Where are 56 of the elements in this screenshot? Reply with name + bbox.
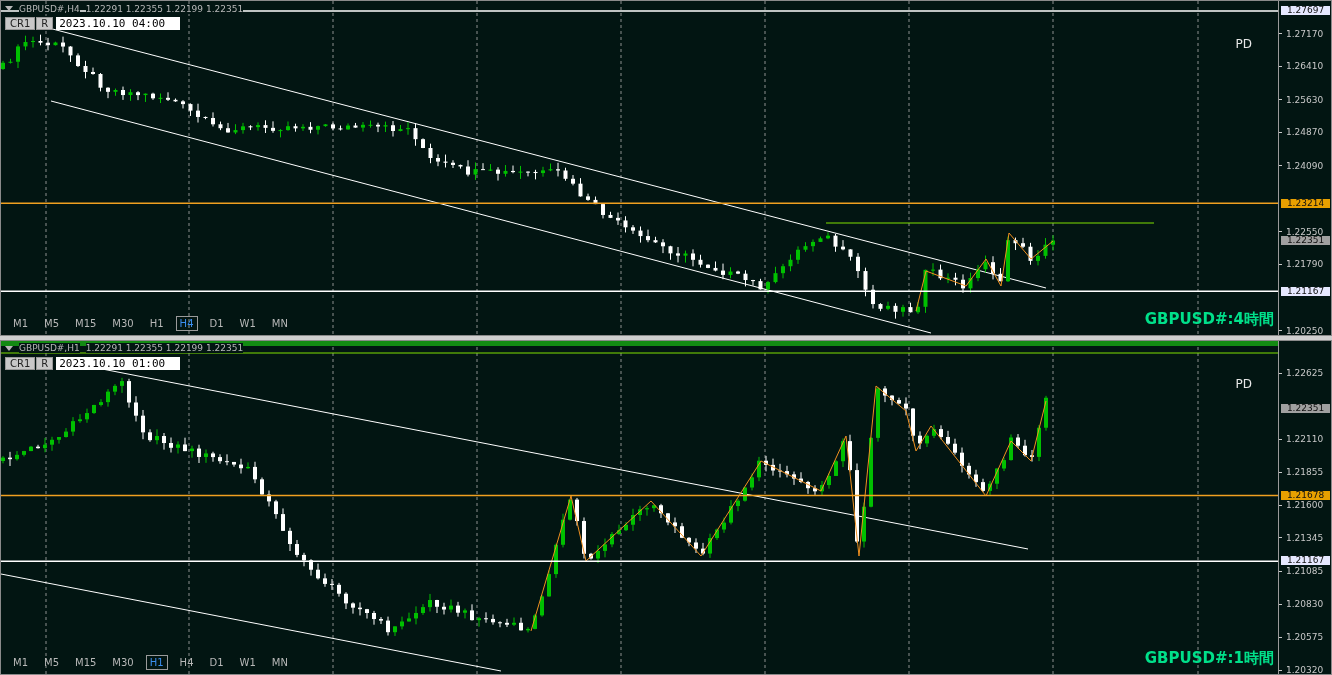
tool-button[interactable]: R <box>36 356 54 370</box>
axis-label: 1.20575 <box>1286 633 1324 642</box>
timeframe-button[interactable]: D1 <box>205 655 228 670</box>
axis-label: 1.20250 <box>1286 326 1324 335</box>
timeframe-button[interactable]: M1 <box>9 655 32 670</box>
timeframe-button[interactable]: M30 <box>108 655 138 670</box>
price-label: 1.21167 <box>1281 286 1330 296</box>
axis-label: 1.21345 <box>1286 533 1324 542</box>
timeframe-button[interactable]: W1 <box>235 655 260 670</box>
timeframe-button[interactable]: H1 <box>145 655 168 670</box>
tool-button[interactable]: R <box>36 17 54 30</box>
timeframe-button[interactable]: H4 <box>175 315 198 331</box>
timeframe-button[interactable]: MN <box>267 655 292 670</box>
ohlc-values: 1.22291 1.22355 1.22199 1.22351 <box>85 3 244 14</box>
chart-title: GBPUSD#:1時間 <box>1144 649 1274 668</box>
axis-label: 1.21600 <box>1286 501 1324 510</box>
axis-label: 1.21085 <box>1286 567 1324 576</box>
timeframe-button[interactable]: M30 <box>108 315 138 331</box>
price-label: 1.21167 <box>1281 556 1330 566</box>
axis-label: 1.27170 <box>1286 29 1324 38</box>
chart-marker-label: PD <box>1235 376 1252 391</box>
timeframe-button[interactable]: M15 <box>71 655 101 670</box>
timeframe-button[interactable]: H4 <box>175 655 198 670</box>
axis-label: 1.20830 <box>1286 600 1324 609</box>
axis-label: 1.21855 <box>1286 468 1324 477</box>
axis-label: 1.22625 <box>1286 369 1324 377</box>
tool-button[interactable]: CR1 <box>5 356 36 370</box>
symbol-label: GBPUSD#,H4 <box>19 3 80 14</box>
ohlc-values: 1.22291 1.22355 1.22199 1.22351 <box>85 343 244 353</box>
price-label: 1.23214 <box>1281 198 1330 208</box>
symbol-label: GBPUSD#,H1 <box>19 343 80 353</box>
axis-label: 1.22110 <box>1286 435 1324 444</box>
price-label: 1.22351 <box>1281 235 1330 245</box>
axis-label: 1.24090 <box>1286 161 1324 170</box>
axis-label: 1.20320 <box>1286 666 1324 674</box>
chart-title: GBPUSD#:4時間 <box>1144 309 1274 329</box>
timeframe-button[interactable]: M5 <box>40 655 63 670</box>
price-label: 1.22351 <box>1281 403 1330 413</box>
timeframe-button[interactable]: W1 <box>235 315 260 331</box>
timeframe-button[interactable]: M1 <box>9 315 32 331</box>
axis-label: 1.22550 <box>1286 227 1324 236</box>
timeframe-button[interactable]: H1 <box>145 315 168 331</box>
timeframe-button[interactable]: M5 <box>40 315 63 331</box>
tool-button[interactable]: CR1 <box>5 17 36 30</box>
timeframe-button[interactable]: MN <box>267 315 292 331</box>
axis-label: 1.26410 <box>1286 62 1324 71</box>
axis-label: 1.21790 <box>1286 260 1324 269</box>
date-field[interactable]: 2023.10.10 04:00 <box>56 17 181 30</box>
price-label: 1.27697 <box>1281 6 1330 16</box>
date-field[interactable]: 2023.10.10 01:00 <box>56 356 181 370</box>
timeframe-button[interactable]: D1 <box>205 315 228 331</box>
price-label: 1.21678 <box>1281 490 1330 500</box>
timeframe-button[interactable]: M15 <box>71 315 101 331</box>
chart-marker-label: PD <box>1235 37 1252 51</box>
axis-label: 1.25630 <box>1286 95 1324 104</box>
axis-label: 1.24870 <box>1286 128 1324 137</box>
